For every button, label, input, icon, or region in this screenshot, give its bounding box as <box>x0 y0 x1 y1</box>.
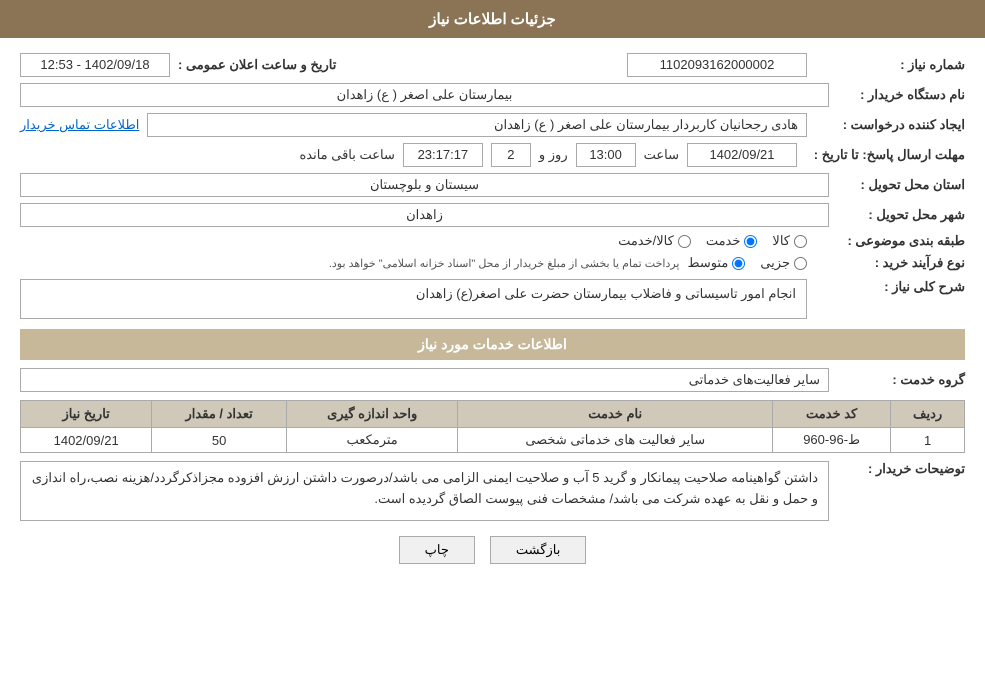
tosih-label: توضیحات خریدار : <box>837 461 965 477</box>
shahr-label: شهر محل تحویل : <box>837 207 965 223</box>
mohlat-baqi: 23:17:17 <box>403 143 483 167</box>
table-cell-5: 1402/09/21 <box>21 428 152 453</box>
saat-label: ساعت <box>644 147 679 163</box>
col-kod: کد خدمت <box>773 401 891 428</box>
farayand-radio-group: جزیی متوسط <box>687 255 807 271</box>
table-cell-4: 50 <box>152 428 287 453</box>
roz-label: روز و <box>539 147 568 163</box>
radio-jazei-label: جزیی <box>760 255 790 271</box>
tabaqe-radio-group: کالا خدمت کالا/خدمت <box>618 233 807 249</box>
tarikh-ealaan-value: 1402/09/18 - 12:53 <box>20 53 170 77</box>
table-cell-2: سایر فعالیت های خدماتی شخصی <box>458 428 773 453</box>
sharh-value: انجام امور تاسیساتی و فاضلاب بیمارستان ح… <box>20 279 807 319</box>
grohe-label: گروه خدمت : <box>837 372 965 388</box>
nam-dastgah-value: بیمارستان علی اصغر ( ع) زاهدان <box>20 83 829 107</box>
radio-jazei[interactable]: جزیی <box>760 255 807 271</box>
farayand-note: پرداخت تمام یا بخشی از مبلغ خریدار از مح… <box>329 257 680 270</box>
col-tedad: تعداد / مقدار <box>152 401 287 428</box>
radio-kala-label: کالا <box>772 233 790 249</box>
mohlat-saat: 13:00 <box>576 143 636 167</box>
ijad-konande-value: هادی رجحانیان کاربردار بیمارستان علی اصغ… <box>147 113 807 137</box>
table-cell-3: مترمکعب <box>286 428 457 453</box>
tarikh-ealaan-label: تاریخ و ساعت اعلان عمومی : <box>178 57 336 73</box>
sharh-label: شرح کلی نیاز : <box>815 279 965 295</box>
radio-jazei-input[interactable] <box>794 257 807 270</box>
tabaqe-label: طبقه بندی موضوعی : <box>815 233 965 249</box>
mohlat-roz: 2 <box>491 143 531 167</box>
shomare-niaz-label: شماره نیاز : <box>815 57 965 73</box>
page-header: جزئیات اطلاعات نیاز <box>0 0 985 38</box>
mohlat-label: مهلت ارسال پاسخ: تا تاریخ : <box>805 147 965 163</box>
ostan-value: سیستان و بلوچستان <box>20 173 829 197</box>
table-cell-0: 1 <box>891 428 965 453</box>
radio-kala-khadamat[interactable]: کالا/خدمت <box>618 233 691 249</box>
grohe-value: سایر فعالیت‌های خدماتی <box>20 368 829 392</box>
col-vahed: واحد اندازه گیری <box>286 401 457 428</box>
noe-farayand-label: نوع فرآیند خرید : <box>815 255 965 271</box>
ijad-konande-label: ایجاد کننده درخواست : <box>815 117 965 133</box>
page-title: جزئیات اطلاعات نیاز <box>429 11 556 28</box>
radio-khadamat[interactable]: خدمت <box>706 233 758 249</box>
khadamat-table: ردیف کد خدمت نام خدمت واحد اندازه گیری ت… <box>20 400 965 453</box>
col-radif: ردیف <box>891 401 965 428</box>
radio-kala-khadamat-label: کالا/خدمت <box>618 233 674 249</box>
radio-kala[interactable]: کالا <box>772 233 807 249</box>
shomare-niaz-value: 1102093162000002 <box>627 53 807 77</box>
radio-khadamat-label: خدمت <box>706 233 741 249</box>
bottom-buttons: بازگشت چاپ <box>20 536 965 564</box>
chap-button[interactable]: چاپ <box>399 536 475 564</box>
shahr-value: زاهدان <box>20 203 829 227</box>
ostan-label: استان محل تحویل : <box>837 177 965 193</box>
radio-kala-khadamat-input[interactable] <box>678 235 691 248</box>
col-nam: نام خدمت <box>458 401 773 428</box>
baqi-label: ساعت باقی مانده <box>299 147 394 163</box>
table-row: 1ط-96-960سایر فعالیت های خدماتی شخصیمترم… <box>21 428 965 453</box>
radio-motavaset[interactable]: متوسط <box>687 255 745 271</box>
radio-kala-input[interactable] <box>794 235 807 248</box>
col-tarikh: تاریخ نیاز <box>21 401 152 428</box>
nam-dastgah-label: نام دستگاه خریدار : <box>837 87 965 103</box>
mohlat-date: 1402/09/21 <box>687 143 797 167</box>
radio-motavaset-input[interactable] <box>732 257 745 270</box>
ettelaat-tamas-link[interactable]: اطلاعات تماس خریدار <box>20 117 139 133</box>
radio-motavaset-label: متوسط <box>687 255 728 271</box>
tosih-value: داشتن گواهینامه صلاحیت پیمانکار و گرید 5… <box>20 461 829 521</box>
bazgasht-button[interactable]: بازگشت <box>490 536 586 564</box>
radio-khadamat-input[interactable] <box>744 235 757 248</box>
khadamat-section-title: اطلاعات خدمات مورد نیاز <box>20 329 965 360</box>
table-cell-1: ط-96-960 <box>773 428 891 453</box>
